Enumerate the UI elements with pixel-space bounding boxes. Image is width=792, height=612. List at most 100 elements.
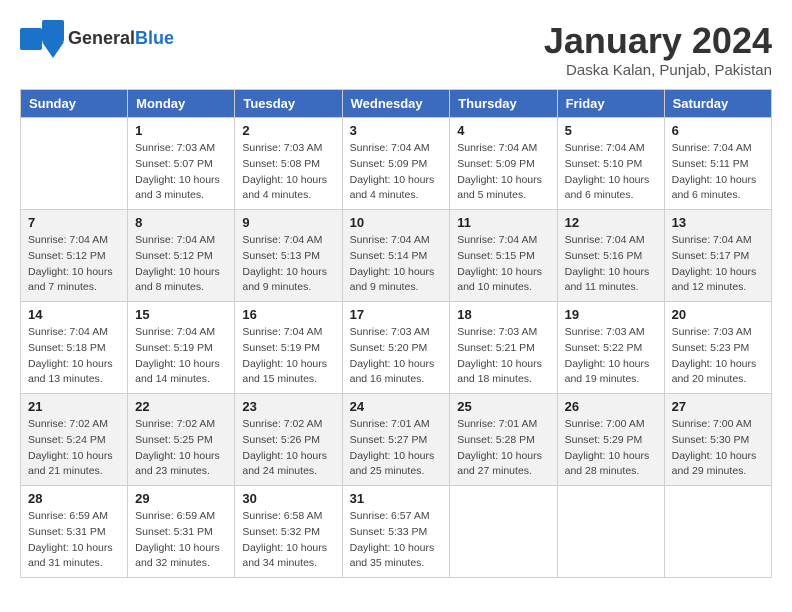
day-header-saturday: Saturday [664,90,771,118]
day-info: Sunrise: 7:02 AM Sunset: 5:25 PM Dayligh… [135,417,227,480]
day-number: 26 [565,399,657,414]
calendar-cell: 15 Sunrise: 7:04 AM Sunset: 5:19 PM Dayli… [128,302,235,394]
day-number: 7 [28,215,120,230]
day-info: Sunrise: 7:03 AM Sunset: 5:08 PM Dayligh… [242,141,334,204]
day-header-monday: Monday [128,90,235,118]
day-number: 28 [28,491,120,506]
day-number: 2 [242,123,334,138]
calendar-cell: 11 Sunrise: 7:04 AM Sunset: 5:15 PM Dayli… [450,210,557,302]
day-info: Sunrise: 7:04 AM Sunset: 5:10 PM Dayligh… [565,141,657,204]
calendar-cell: 9 Sunrise: 7:04 AM Sunset: 5:13 PM Daylig… [235,210,342,302]
calendar-cell [450,486,557,578]
day-number: 29 [135,491,227,506]
location: Daska Kalan, Punjab, Pakistan [544,62,772,79]
day-number: 11 [457,215,549,230]
calendar-cell [557,486,664,578]
day-number: 18 [457,307,549,322]
calendar-cell: 6Sunrise: 7:04 AM Sunset: 5:11 PM Daylig… [664,118,771,210]
month-title: January 2024 [544,20,772,62]
calendar-cell: 26 Sunrise: 7:00 AM Sunset: 5:29 PM Dayli… [557,394,664,486]
calendar-table: SundayMondayTuesdayWednesdayThursdayFrid… [20,89,772,578]
day-header-wednesday: Wednesday [342,90,450,118]
page-header: GeneralBlue January 2024 Daska Kalan, Pu… [20,20,772,79]
day-number: 15 [135,307,227,322]
day-number: 3 [350,123,443,138]
calendar-cell: 19 Sunrise: 7:03 AM Sunset: 5:22 PM Dayli… [557,302,664,394]
day-info: Sunrise: 7:00 AM Sunset: 5:30 PM Dayligh… [672,417,764,480]
calendar-cell: 16Sunrise: 7:04 AM Sunset: 5:19 PM Dayli… [235,302,342,394]
day-info: Sunrise: 6:57 AM Sunset: 5:33 PM Dayligh… [350,509,443,572]
calendar-cell: 5Sunrise: 7:04 AM Sunset: 5:10 PM Daylig… [557,118,664,210]
calendar-cell: 4Sunrise: 7:04 AM Sunset: 5:09 PM Daylig… [450,118,557,210]
day-info: Sunrise: 6:58 AM Sunset: 5:32 PM Dayligh… [242,509,334,572]
calendar-cell: 30Sunrise: 6:58 AM Sunset: 5:32 PM Dayli… [235,486,342,578]
day-number: 19 [565,307,657,322]
logo-icon [20,20,64,58]
day-info: Sunrise: 7:03 AM Sunset: 5:22 PM Dayligh… [565,325,657,388]
day-info: Sunrise: 7:03 AM Sunset: 5:23 PM Dayligh… [672,325,764,388]
day-info: Sunrise: 6:59 AM Sunset: 5:31 PM Dayligh… [28,509,120,572]
day-info: Sunrise: 7:04 AM Sunset: 5:19 PM Dayligh… [135,325,227,388]
day-number: 14 [28,307,120,322]
logo: GeneralBlue [20,20,174,58]
day-number: 23 [242,399,334,414]
day-number: 8 [135,215,227,230]
calendar-cell: 20 Sunrise: 7:03 AM Sunset: 5:23 PM Dayli… [664,302,771,394]
day-number: 10 [350,215,443,230]
day-info: Sunrise: 7:04 AM Sunset: 5:18 PM Dayligh… [28,325,120,388]
day-info: Sunrise: 7:03 AM Sunset: 5:07 PM Dayligh… [135,141,227,204]
day-info: Sunrise: 7:04 AM Sunset: 5:09 PM Dayligh… [350,141,443,204]
day-number: 22 [135,399,227,414]
day-info: Sunrise: 7:01 AM Sunset: 5:28 PM Dayligh… [457,417,549,480]
calendar-cell: 24Sunrise: 7:01 AM Sunset: 5:27 PM Dayli… [342,394,450,486]
day-number: 9 [242,215,334,230]
calendar-cell: 13 Sunrise: 7:04 AM Sunset: 5:17 PM Dayli… [664,210,771,302]
calendar-week-2: 7 Sunrise: 7:04 AM Sunset: 5:12 PM Daylig… [21,210,772,302]
day-info: Sunrise: 6:59 AM Sunset: 5:31 PM Dayligh… [135,509,227,572]
day-header-sunday: Sunday [21,90,128,118]
calendar-cell: 1 Sunrise: 7:03 AM Sunset: 5:07 PM Daylig… [128,118,235,210]
calendar-body: 1 Sunrise: 7:03 AM Sunset: 5:07 PM Daylig… [21,118,772,578]
calendar-week-3: 14 Sunrise: 7:04 AM Sunset: 5:18 PM Dayli… [21,302,772,394]
calendar-week-1: 1 Sunrise: 7:03 AM Sunset: 5:07 PM Daylig… [21,118,772,210]
day-header-friday: Friday [557,90,664,118]
calendar-week-4: 21 Sunrise: 7:02 AM Sunset: 5:24 PM Dayli… [21,394,772,486]
day-info: Sunrise: 7:02 AM Sunset: 5:24 PM Dayligh… [28,417,120,480]
day-number: 4 [457,123,549,138]
calendar-cell [664,486,771,578]
day-info: Sunrise: 7:03 AM Sunset: 5:21 PM Dayligh… [457,325,549,388]
calendar-cell: 28 Sunrise: 6:59 AM Sunset: 5:31 PM Dayli… [21,486,128,578]
calendar-cell: 17 Sunrise: 7:03 AM Sunset: 5:20 PM Dayli… [342,302,450,394]
day-info: Sunrise: 7:04 AM Sunset: 5:13 PM Dayligh… [242,233,334,296]
day-info: Sunrise: 7:04 AM Sunset: 5:14 PM Dayligh… [350,233,443,296]
day-number: 17 [350,307,443,322]
day-info: Sunrise: 7:04 AM Sunset: 5:19 PM Dayligh… [242,325,334,388]
calendar-week-5: 28 Sunrise: 6:59 AM Sunset: 5:31 PM Dayli… [21,486,772,578]
day-info: Sunrise: 7:03 AM Sunset: 5:20 PM Dayligh… [350,325,443,388]
day-number: 13 [672,215,764,230]
day-info: Sunrise: 7:04 AM Sunset: 5:12 PM Dayligh… [28,233,120,296]
calendar-cell: 2 Sunrise: 7:03 AM Sunset: 5:08 PM Daylig… [235,118,342,210]
calendar-cell: 25 Sunrise: 7:01 AM Sunset: 5:28 PM Dayli… [450,394,557,486]
calendar-cell: 7 Sunrise: 7:04 AM Sunset: 5:12 PM Daylig… [21,210,128,302]
day-info: Sunrise: 7:04 AM Sunset: 5:16 PM Dayligh… [565,233,657,296]
day-info: Sunrise: 7:04 AM Sunset: 5:17 PM Dayligh… [672,233,764,296]
day-info: Sunrise: 7:04 AM Sunset: 5:15 PM Dayligh… [457,233,549,296]
logo-general: GeneralBlue [68,29,174,49]
day-number: 24 [350,399,443,414]
calendar-cell: 27 Sunrise: 7:00 AM Sunset: 5:30 PM Dayli… [664,394,771,486]
day-number: 12 [565,215,657,230]
day-number: 27 [672,399,764,414]
day-number: 21 [28,399,120,414]
calendar-cell: 14 Sunrise: 7:04 AM Sunset: 5:18 PM Dayli… [21,302,128,394]
day-number: 1 [135,123,227,138]
calendar-cell: 22 Sunrise: 7:02 AM Sunset: 5:25 PM Dayli… [128,394,235,486]
calendar-header-row: SundayMondayTuesdayWednesdayThursdayFrid… [21,90,772,118]
title-block: January 2024 Daska Kalan, Punjab, Pakist… [544,20,772,79]
day-number: 20 [672,307,764,322]
calendar-cell: 18 Sunrise: 7:03 AM Sunset: 5:21 PM Dayli… [450,302,557,394]
day-number: 25 [457,399,549,414]
calendar-cell: 21 Sunrise: 7:02 AM Sunset: 5:24 PM Dayli… [21,394,128,486]
day-info: Sunrise: 7:00 AM Sunset: 5:29 PM Dayligh… [565,417,657,480]
calendar-cell [21,118,128,210]
